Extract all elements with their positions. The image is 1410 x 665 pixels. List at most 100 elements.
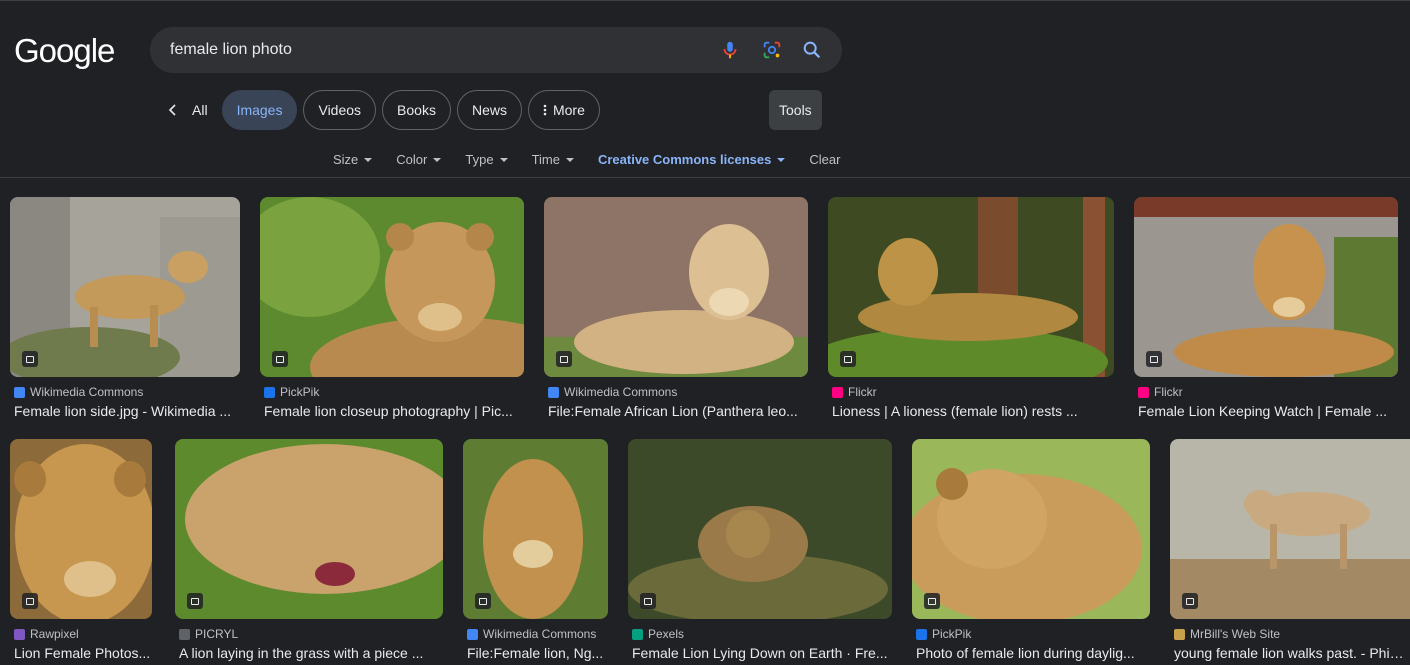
- tab-books[interactable]: Books: [382, 90, 451, 130]
- result-title[interactable]: Female Lion Keeping Watch | Female ...: [1134, 403, 1398, 419]
- image-icon: [1146, 351, 1162, 367]
- image-icon: [187, 593, 203, 609]
- source-name: Flickr: [1154, 385, 1183, 399]
- image-icon: [556, 351, 572, 367]
- result-source[interactable]: Wikimedia Commons: [544, 385, 808, 399]
- image-icon: [924, 593, 940, 609]
- image-result[interactable]: Wikimedia Commons File:Female lion, Ng..…: [463, 439, 608, 661]
- image-icon: [22, 593, 38, 609]
- image-result[interactable]: PickPik Female lion closeup photography …: [260, 197, 524, 419]
- tab-books-label: Books: [397, 102, 436, 118]
- result-title[interactable]: File:Female African Lion (Panthera leo..…: [544, 403, 808, 419]
- filter-color[interactable]: Color: [396, 152, 442, 167]
- filter-size[interactable]: Size: [333, 152, 373, 167]
- filter-bar: Size Color Type Time Creative Commons li…: [333, 152, 840, 167]
- source-name: PickPik: [932, 627, 972, 641]
- filter-type[interactable]: Type: [465, 152, 508, 167]
- image-result[interactable]: Wikimedia Commons File:Female African Li…: [544, 197, 808, 419]
- result-title[interactable]: Female lion side.jpg - Wikimedia ...: [10, 403, 240, 419]
- tools-button[interactable]: Tools: [769, 90, 822, 130]
- result-thumbnail[interactable]: [463, 439, 608, 619]
- filter-color-label: Color: [396, 152, 428, 167]
- image-result[interactable]: PickPik Photo of female lion during dayl…: [912, 439, 1150, 661]
- result-title[interactable]: young female lion walks past. - Phind...: [1170, 645, 1410, 661]
- clear-filters-button[interactable]: Clear: [809, 152, 840, 167]
- image-result[interactable]: Wikimedia Commons Female lion side.jpg -…: [10, 197, 240, 419]
- favicon-icon: [632, 628, 643, 640]
- lion-photo: [828, 197, 1114, 377]
- image-icon: [22, 351, 38, 367]
- favicon-icon: [14, 628, 25, 640]
- search-box[interactable]: [150, 27, 842, 73]
- image-result[interactable]: Flickr Female Lion Keeping Watch | Femal…: [1134, 197, 1398, 419]
- tab-images-label: Images: [236, 102, 283, 118]
- result-thumbnail[interactable]: [10, 439, 152, 619]
- result-title[interactable]: Lion Female Photos...: [10, 645, 152, 661]
- tab-all[interactable]: All: [158, 90, 216, 130]
- source-name: Rawpixel: [30, 627, 79, 641]
- favicon-icon: [1138, 386, 1149, 398]
- result-title[interactable]: A lion laying in the grass with a piece …: [175, 645, 443, 661]
- lens-icon[interactable]: [761, 39, 783, 61]
- favicon-icon: [916, 628, 927, 640]
- source-name: Wikimedia Commons: [483, 627, 597, 641]
- result-thumbnail[interactable]: [1170, 439, 1410, 619]
- search-icon[interactable]: [801, 39, 823, 61]
- favicon-icon: [467, 628, 478, 640]
- google-logo[interactable]: Google: [14, 32, 115, 70]
- filter-size-label: Size: [333, 152, 359, 167]
- result-title[interactable]: Photo of female lion during daylig...: [912, 645, 1150, 661]
- result-source[interactable]: Rawpixel: [10, 627, 152, 641]
- result-thumbnail[interactable]: [10, 197, 240, 377]
- favicon-icon: [1174, 628, 1185, 640]
- image-icon: [1182, 593, 1198, 609]
- tab-news[interactable]: News: [456, 90, 522, 130]
- result-thumbnail[interactable]: [175, 439, 443, 619]
- image-icon: [272, 351, 288, 367]
- result-thumbnail[interactable]: [828, 197, 1114, 377]
- tab-images[interactable]: Images: [221, 90, 298, 130]
- filter-time[interactable]: Time: [532, 152, 574, 167]
- search-input[interactable]: [170, 27, 710, 73]
- result-title[interactable]: File:Female lion, Ng...: [463, 645, 608, 661]
- image-result[interactable]: MrBill's Web Site young female lion walk…: [1170, 439, 1410, 661]
- image-result[interactable]: Rawpixel Lion Female Photos...: [10, 439, 152, 661]
- result-source[interactable]: Wikimedia Commons: [10, 385, 240, 399]
- image-result[interactable]: PICRYL A lion laying in the grass with a…: [175, 439, 443, 661]
- result-source[interactable]: PickPik: [912, 627, 1150, 641]
- result-source[interactable]: Wikimedia Commons: [463, 627, 608, 641]
- favicon-icon: [832, 386, 843, 398]
- result-source[interactable]: Pexels: [628, 627, 892, 641]
- caret-down-icon: [433, 157, 442, 162]
- source-name: MrBill's Web Site: [1190, 627, 1281, 641]
- search-tabs: All Images Videos Books News More: [158, 90, 600, 130]
- result-title[interactable]: Female lion closeup photography | Pic...: [260, 403, 524, 419]
- source-name: PICRYL: [195, 627, 239, 641]
- result-thumbnail[interactable]: [912, 439, 1150, 619]
- lion-photo: [628, 439, 892, 619]
- caret-down-icon: [499, 157, 508, 162]
- result-thumbnail[interactable]: [544, 197, 808, 377]
- image-icon: [840, 351, 856, 367]
- image-result[interactable]: Pexels Female Lion Lying Down on Earth ·…: [628, 439, 892, 661]
- tab-videos[interactable]: Videos: [303, 90, 377, 130]
- favicon-icon: [179, 628, 190, 640]
- filter-license[interactable]: Creative Commons licenses: [598, 152, 786, 167]
- tab-more[interactable]: More: [527, 90, 600, 130]
- caret-down-icon: [565, 157, 574, 162]
- image-result[interactable]: Flickr Lioness | A lioness (female lion)…: [828, 197, 1114, 419]
- result-source[interactable]: Flickr: [1134, 385, 1398, 399]
- result-source[interactable]: PICRYL: [175, 627, 443, 641]
- result-thumbnail[interactable]: [260, 197, 524, 377]
- favicon-icon: [548, 386, 559, 398]
- result-source[interactable]: Flickr: [828, 385, 1114, 399]
- result-title[interactable]: Lioness | A lioness (female lion) rests …: [828, 403, 1114, 419]
- result-source[interactable]: MrBill's Web Site: [1170, 627, 1410, 641]
- result-source[interactable]: PickPik: [260, 385, 524, 399]
- result-thumbnail[interactable]: [1134, 197, 1398, 377]
- microphone-icon[interactable]: [719, 39, 741, 61]
- tab-videos-label: Videos: [318, 102, 362, 118]
- source-name: Flickr: [848, 385, 877, 399]
- result-thumbnail[interactable]: [628, 439, 892, 619]
- result-title[interactable]: Female Lion Lying Down on Earth · Fre...: [628, 645, 892, 661]
